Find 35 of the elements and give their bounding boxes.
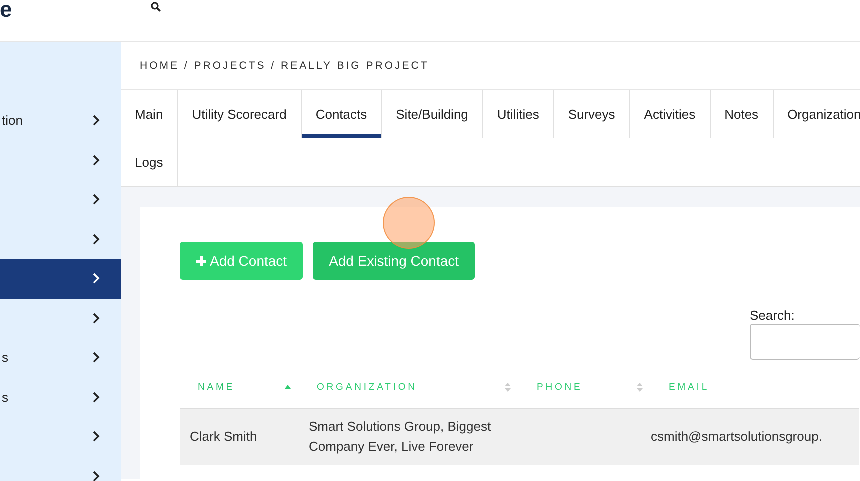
chevron-icon (93, 352, 100, 364)
search-field[interactable] (750, 324, 860, 360)
tab[interactable]: Utility Scorecard (178, 90, 302, 138)
tab[interactable]: Logs (121, 138, 178, 186)
breadcrumb: HOME / PROJECTS / REALLY BIG PROJECT (140, 60, 430, 72)
chevron-icon (93, 115, 100, 126)
search-label: Search: (750, 308, 796, 323)
sort-ascending-icon[interactable] (285, 385, 291, 389)
tab[interactable]: Surveys (554, 90, 630, 138)
sort-icon[interactable] (637, 382, 643, 392)
chevron-icon (93, 431, 100, 442)
tab[interactable]: Site/Building (382, 90, 484, 138)
table-cell: Smart Solutions Group, Biggest Company Ever, Live Forever (309, 419, 492, 454)
sidebar-item[interactable] (0, 259, 121, 298)
sort-icon[interactable] (505, 382, 511, 392)
table-cell: Clark Smith (190, 429, 258, 444)
click-indicator (383, 197, 435, 249)
sidebar-item[interactable]: s (0, 378, 121, 417)
logo-text: e (0, 0, 14, 23)
sidebar-item[interactable]: s (0, 338, 121, 378)
search-icon[interactable] (151, 2, 161, 12)
chevron-icon (93, 234, 100, 245)
table-cell: csmith@smartsolutionsgroup. (651, 429, 822, 444)
tab[interactable]: Notes (710, 90, 774, 138)
sidebar-item[interactable]: tion (0, 101, 121, 140)
chevron-icon (93, 312, 100, 324)
tab[interactable]: Main (121, 90, 178, 138)
chevron-icon (93, 273, 100, 284)
chevron-icon (93, 392, 100, 403)
chevron-icon (93, 154, 100, 166)
tab[interactable]: Activities (630, 90, 711, 138)
chevron-icon (93, 194, 100, 206)
tab[interactable]: Contacts (302, 90, 382, 138)
tab[interactable]: Utilities (483, 90, 554, 138)
chevron-icon (93, 470, 100, 481)
